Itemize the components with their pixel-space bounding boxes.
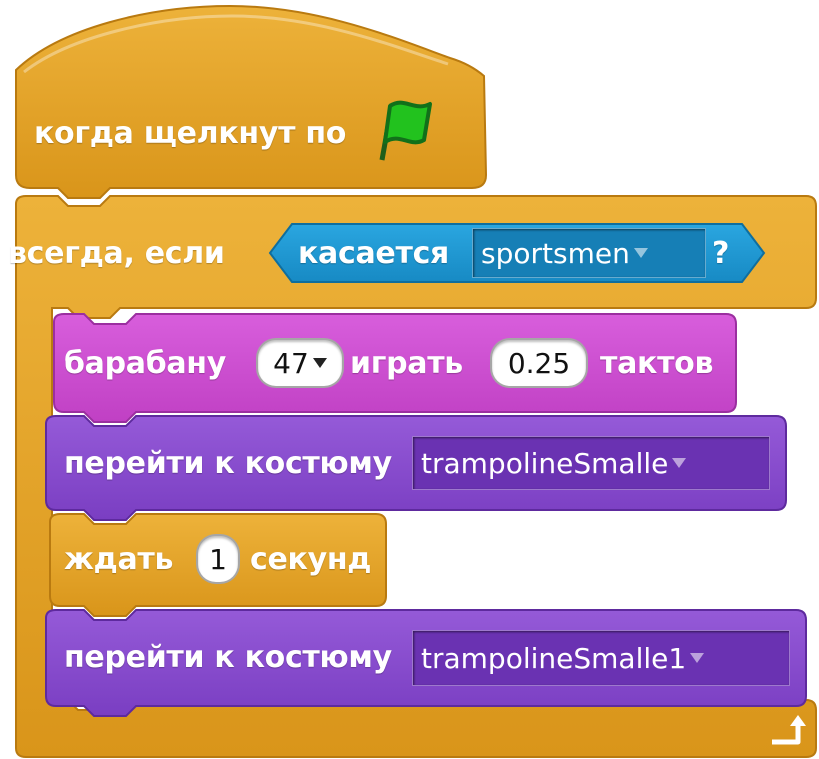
green-flag-icon[interactable] — [368, 90, 444, 166]
costume-2-dropdown[interactable]: trampolineSmalle1 — [412, 630, 790, 686]
drum-number-value: 47 — [273, 346, 309, 380]
touching-object-dropdown[interactable]: sportsmen — [472, 228, 706, 278]
costume-1-dropdown[interactable]: trampolineSmalle — [412, 436, 770, 490]
touching-object-value: sportsmen — [481, 236, 630, 270]
touching-question-mark: ? — [712, 236, 730, 271]
loop-arrow-icon — [772, 715, 806, 745]
forever-if-label: всегда, если — [8, 236, 225, 271]
drum-play-label: играть — [350, 346, 463, 381]
wait-block-label: ждать — [64, 542, 174, 577]
costume-1-value: trampolineSmalle — [421, 446, 669, 480]
chevron-down-icon — [633, 248, 648, 258]
hat-block-label: когда щелкнут по — [34, 116, 347, 151]
drum-number-dropdown[interactable]: 47 — [256, 338, 344, 388]
wait-seconds-input[interactable]: 1 — [196, 534, 240, 584]
scripts-area: когда щелкнут по всегда, если касается s… — [0, 0, 819, 759]
beats-input[interactable]: 0.25 — [490, 338, 588, 388]
drum-block-label: барабану — [64, 346, 226, 381]
wait-seconds-label: секунд — [250, 542, 372, 577]
chevron-down-icon — [690, 653, 705, 663]
touching-label: касается — [298, 236, 450, 271]
beats-value: 0.25 — [507, 346, 571, 380]
costume-2-value: trampolineSmalle1 — [421, 641, 687, 675]
beats-label: тактов — [600, 346, 714, 381]
wait-seconds-value: 1 — [209, 542, 227, 576]
chevron-down-icon — [312, 358, 327, 368]
costume-block-1-label: перейти к костюму — [64, 446, 392, 481]
chevron-down-icon — [672, 458, 687, 468]
costume-block-2-label: перейти к костюму — [64, 640, 392, 675]
